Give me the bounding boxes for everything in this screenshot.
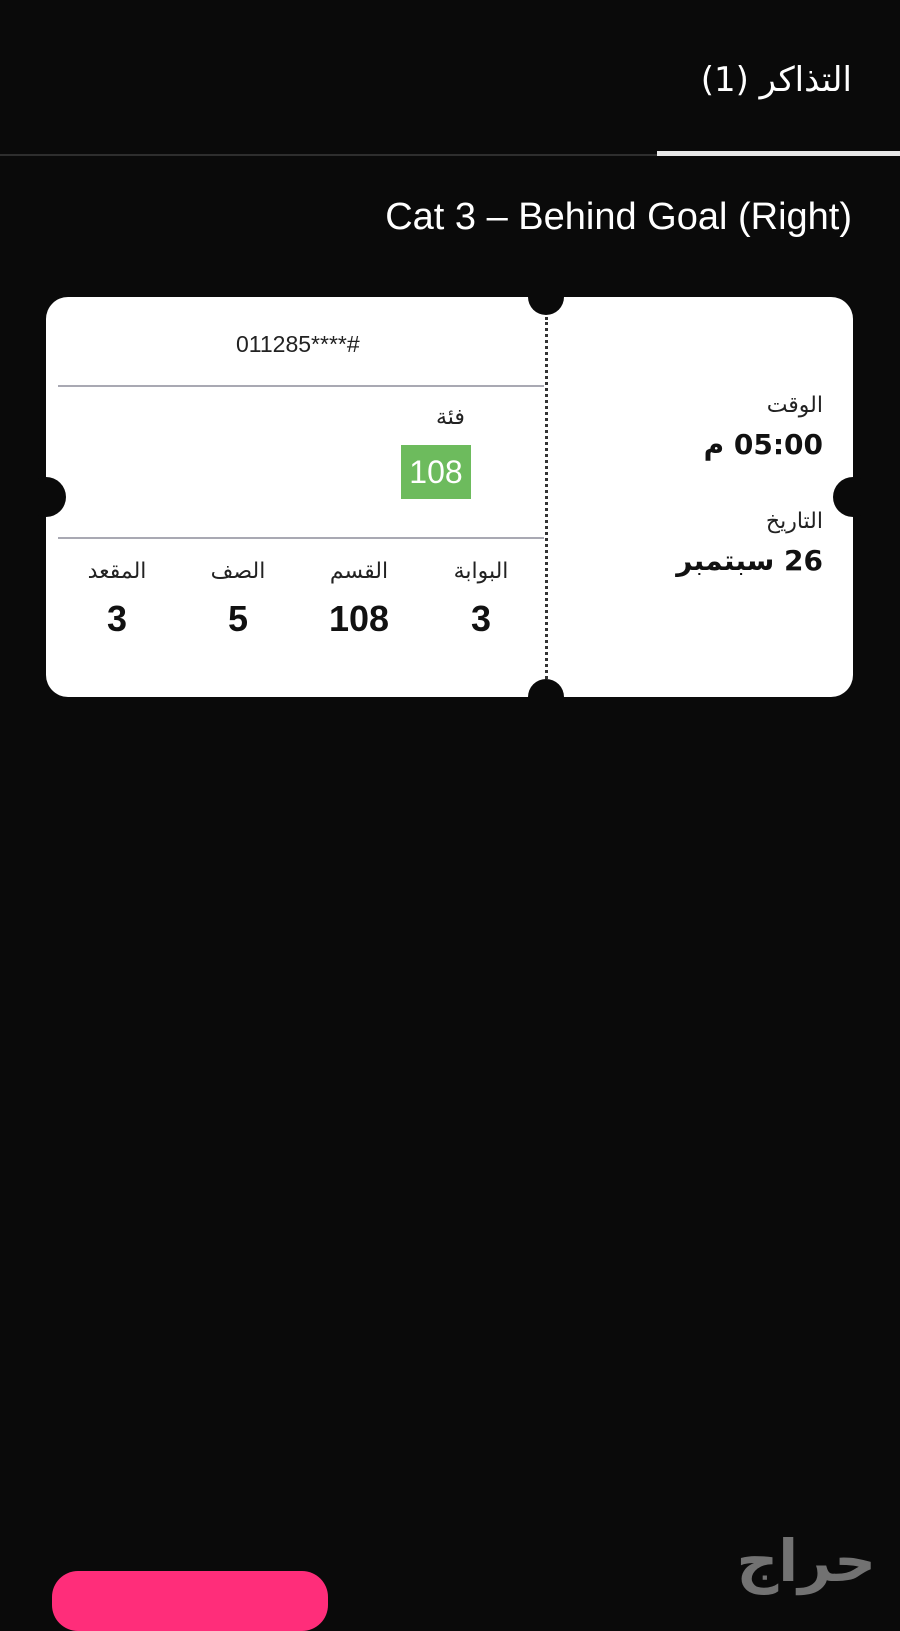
time-label: الوقت [766, 393, 823, 418]
tab-tickets[interactable]: التذاكر (1) [701, 60, 852, 100]
divider [58, 537, 544, 539]
gate-label: البوابة [453, 559, 509, 584]
date-value: 26 سبتمبر [676, 544, 823, 577]
ticket-perforation [545, 317, 548, 679]
ticket-notch [528, 679, 564, 715]
category-badge: 108 [401, 445, 471, 499]
section-value: 108 [328, 598, 390, 639]
gate-info: البوابة 3 [426, 559, 536, 640]
seat-info: المقعد 3 [62, 559, 172, 640]
tab-active-indicator [657, 151, 900, 156]
ticket-title: Cat 3 – Behind Goal (Right) [385, 196, 852, 238]
seat-label: المقعد [87, 559, 147, 584]
ticket-notch [528, 279, 564, 315]
watermark-logo: حراج [736, 1527, 876, 1595]
section-info: القسم 108 [304, 559, 414, 640]
divider [58, 385, 544, 387]
section-label: القسم [329, 559, 389, 584]
seat-value: 3 [106, 598, 128, 639]
row-value: 5 [227, 598, 249, 639]
row-label: الصف [210, 559, 266, 584]
action-button[interactable] [52, 1571, 328, 1631]
ticket-number: 011285****# [236, 331, 360, 357]
tab-tickets-label: التذاكر (1) [700, 60, 852, 100]
date-info: التاريخ 26 سبتمبر [676, 509, 823, 577]
gate-value: 3 [470, 598, 492, 639]
ticket-notch [833, 477, 873, 517]
date-label: التاريخ [765, 509, 823, 534]
time-value: 05:00 م [703, 428, 823, 461]
category-label: فئة [436, 405, 465, 430]
row-info: الصف 5 [183, 559, 293, 640]
time-info: الوقت 05:00 م [704, 393, 823, 461]
ticket-notch [26, 477, 66, 517]
ticket-card[interactable]: 011285****# فئة 108 البوابة 3 القسم 108 … [26, 279, 873, 715]
